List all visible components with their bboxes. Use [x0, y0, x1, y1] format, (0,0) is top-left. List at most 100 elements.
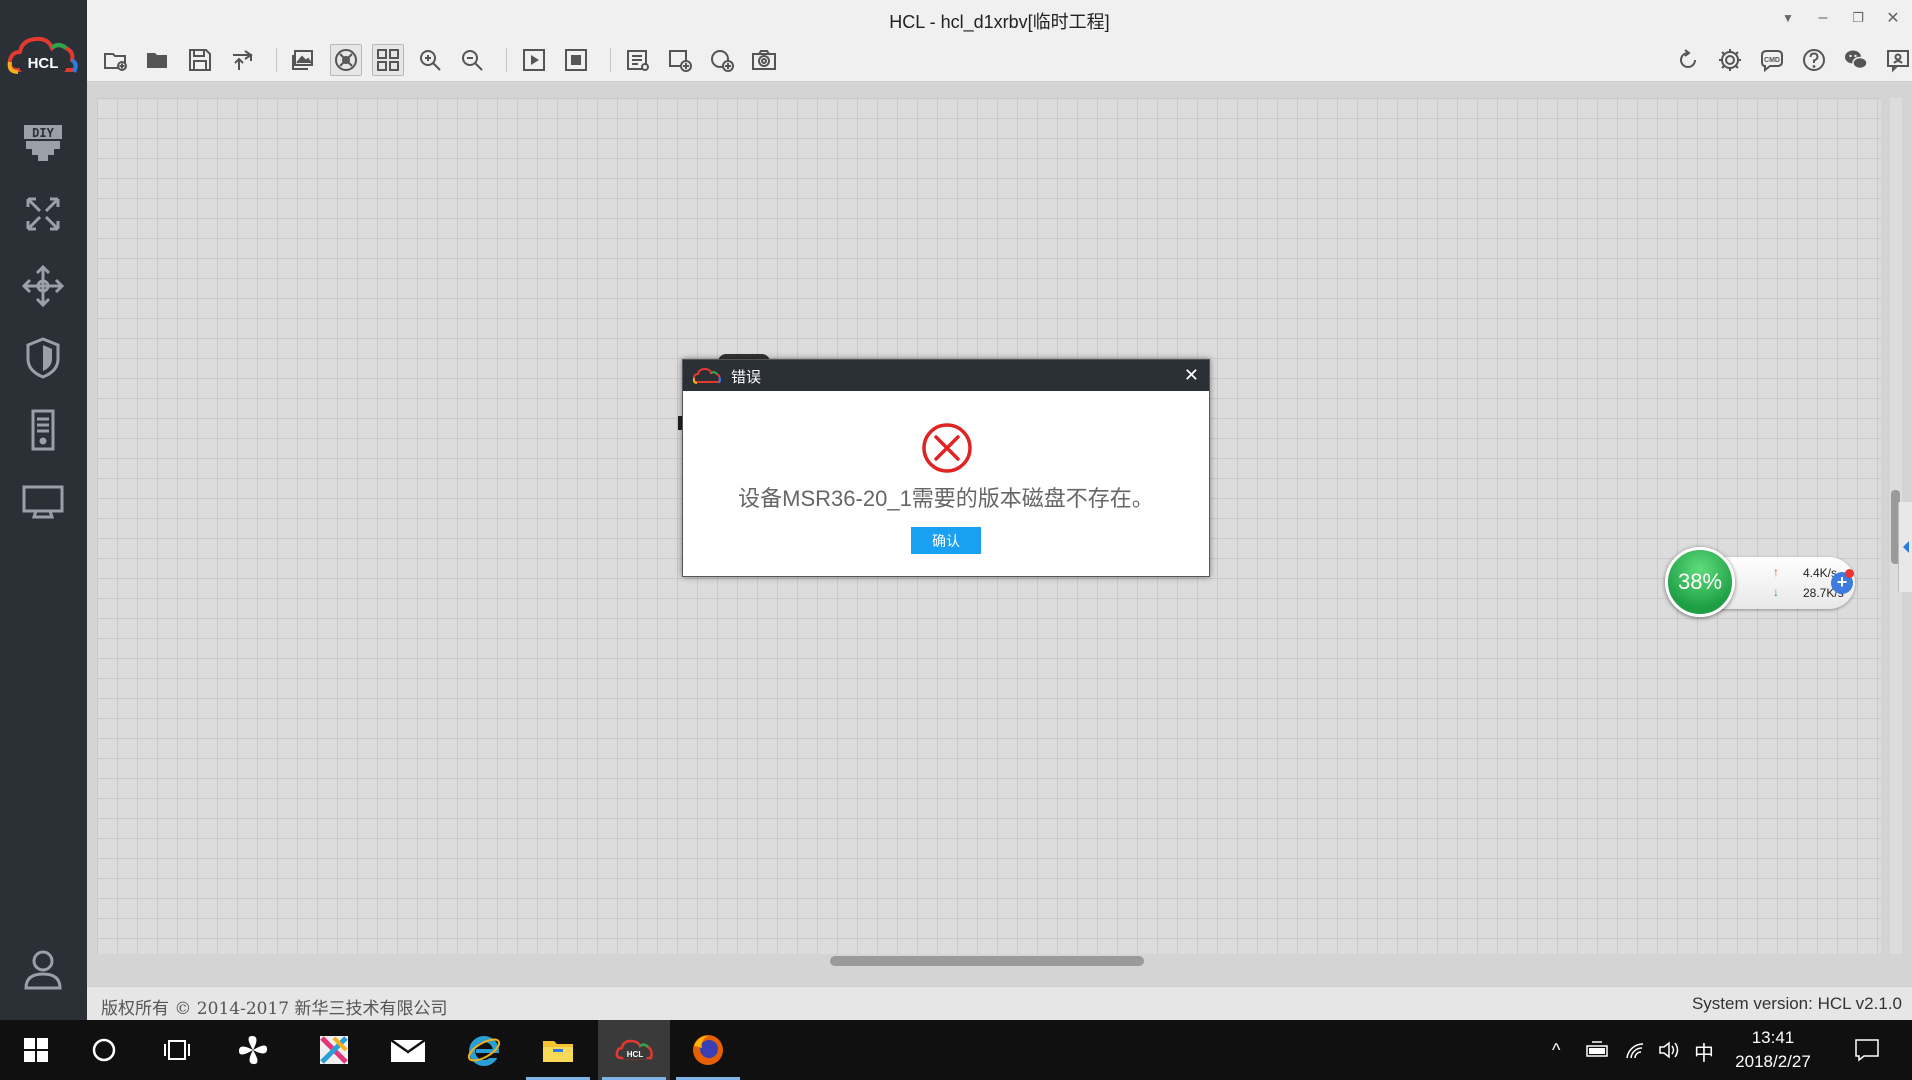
- screenshot-view-button[interactable]: [288, 44, 320, 76]
- restore-button[interactable]: ❐: [1843, 4, 1873, 32]
- close-window-button[interactable]: ✕: [1878, 4, 1908, 32]
- system-clock[interactable]: 13:41 2018/2/27: [1728, 1026, 1818, 1074]
- taskbar-app-fan[interactable]: [217, 1020, 289, 1080]
- fan-app-icon: [238, 1035, 268, 1065]
- windows-logo-icon: [24, 1038, 48, 1062]
- refresh-icon: [1680, 49, 1696, 68]
- help-button[interactable]: [1798, 44, 1830, 76]
- taskbar-app-xmind[interactable]: [298, 1020, 370, 1080]
- feedback-button[interactable]: [1882, 44, 1912, 76]
- svg-text:DIY: DIY: [32, 126, 54, 140]
- grid-view-button[interactable]: [372, 44, 404, 76]
- firefox-icon: [693, 1035, 723, 1065]
- wechat-icon: [1845, 50, 1868, 70]
- refresh-button[interactable]: [1672, 44, 1704, 76]
- server-icon: [31, 409, 55, 451]
- error-message: 设备MSR36-20_1需要的版本磁盘不存在。: [738, 486, 1154, 511]
- wifi-icon[interactable]: [1624, 1040, 1646, 1060]
- taskbar-app-mail[interactable]: [372, 1020, 444, 1080]
- play-icon: [523, 49, 545, 71]
- settings-button[interactable]: [1714, 44, 1746, 76]
- notification-dot: [1845, 569, 1854, 578]
- monitor-icon: [22, 485, 64, 519]
- window-menu-button[interactable]: ▼: [1773, 4, 1803, 32]
- start-button[interactable]: [0, 1020, 72, 1080]
- zoom-out-button[interactable]: [456, 44, 488, 76]
- feedback-icon: [1887, 50, 1909, 73]
- confirm-button[interactable]: 确认: [911, 527, 981, 554]
- sidebar-diy-button[interactable]: DIY: [14, 113, 72, 171]
- taskbar-app-firefox[interactable]: [672, 1020, 744, 1080]
- horizontal-scroll-thumb[interactable]: [830, 956, 1144, 966]
- taskbar-app-hcl[interactable]: HCL: [598, 1020, 670, 1080]
- net-speed-widget[interactable]: ↑ 4.4K/s ↓ 28.7K/s 38% +: [1665, 547, 1855, 617]
- panel-expand-toggle[interactable]: [1898, 502, 1912, 592]
- zoom-in-button[interactable]: [414, 44, 446, 76]
- clock-time: 13:41: [1751, 1028, 1795, 1047]
- zoom-out-icon: [462, 50, 483, 71]
- tray-chevron-up-icon[interactable]: ^: [1552, 1040, 1560, 1061]
- stop-all-button[interactable]: [560, 44, 592, 76]
- list-icon: [627, 50, 649, 71]
- export-icon: [233, 50, 253, 70]
- internet-explorer-icon: [467, 1036, 501, 1066]
- svg-text:HCL: HCL: [627, 1050, 644, 1059]
- cmd-button[interactable]: CMD: [1756, 44, 1788, 76]
- taskbar-app-ie[interactable]: [448, 1020, 520, 1080]
- cmd-icon: CMD: [1761, 50, 1783, 73]
- memory-usage-ball[interactable]: 38%: [1665, 547, 1735, 617]
- add-link-button[interactable]: [706, 44, 738, 76]
- new-project-button[interactable]: [100, 44, 132, 76]
- window-title: HCL - hcl_d1xrbv[临时工程]: [889, 12, 1110, 32]
- topology-icon: [335, 49, 357, 71]
- capture-button[interactable]: [748, 44, 780, 76]
- error-icon: [922, 423, 972, 473]
- sidebar-server-button[interactable]: [14, 401, 72, 459]
- volume-icon[interactable]: [1658, 1040, 1682, 1060]
- hcl-app-icon: HCL: [615, 1039, 653, 1060]
- sidebar-switch-button[interactable]: [14, 257, 72, 315]
- xmind-app-icon: [320, 1036, 348, 1064]
- chevron-left-icon: [1902, 541, 1909, 553]
- file-explorer-icon: [543, 1041, 573, 1062]
- taskbar-app-explorer[interactable]: [522, 1020, 594, 1080]
- ime-indicator[interactable]: 中: [1694, 1037, 1714, 1066]
- left-sidebar: HCL DIY: [0, 0, 87, 1020]
- sidebar-firewall-button[interactable]: [14, 329, 72, 387]
- add-device-button[interactable]: [664, 44, 696, 76]
- sidebar-user-button[interactable]: [14, 940, 72, 998]
- shield-icon: [26, 337, 60, 379]
- hcl-logo: HCL: [6, 30, 80, 84]
- download-arrow-icon: ↓: [1773, 585, 1779, 599]
- start-all-button[interactable]: [518, 44, 550, 76]
- status-bar: 版权所有 © 2014-2017 新华三技术有限公司 System versio…: [87, 986, 1912, 1020]
- cortana-button[interactable]: [68, 1020, 140, 1080]
- camera-icon: [752, 50, 776, 70]
- svg-text:HCL: HCL: [28, 55, 59, 72]
- add-box-icon: [669, 50, 692, 72]
- battery-icon[interactable]: [1584, 1040, 1610, 1060]
- windows-taskbar: HCL ^ 中 13:41 2018/2/27: [0, 1020, 1912, 1080]
- topology-view-button[interactable]: [330, 44, 362, 76]
- folder-open-icon: [147, 53, 167, 68]
- minimize-button[interactable]: –: [1808, 4, 1838, 32]
- toolbar-separator: [276, 48, 277, 72]
- gear-icon: [1719, 49, 1741, 71]
- action-center-icon[interactable]: [1854, 1038, 1880, 1062]
- export-button[interactable]: [226, 44, 258, 76]
- sidebar-terminal-button[interactable]: [14, 473, 72, 531]
- title-bar: HCL - hcl_d1xrbv[临时工程] ▼ – ❐ ✕: [87, 0, 1912, 36]
- save-project-button[interactable]: [184, 44, 216, 76]
- task-view-icon: [164, 1040, 190, 1060]
- sidebar-router-button[interactable]: [14, 185, 72, 243]
- device-list-button[interactable]: [622, 44, 654, 76]
- save-icon: [189, 49, 211, 71]
- mail-icon: [390, 1038, 426, 1062]
- dialog-title: 错误: [731, 369, 762, 386]
- wechat-button[interactable]: [1840, 44, 1872, 76]
- router-icon: [26, 197, 60, 231]
- task-view-button[interactable]: [141, 1020, 213, 1080]
- zoom-in-icon: [420, 50, 441, 71]
- open-project-button[interactable]: [142, 44, 174, 76]
- dialog-close-button[interactable]: ✕: [1184, 364, 1199, 386]
